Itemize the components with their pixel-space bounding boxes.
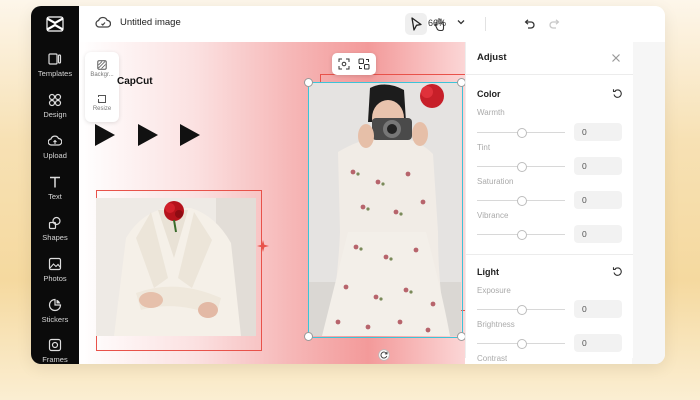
redo-icon[interactable] (548, 17, 562, 31)
exposure-slider[interactable] (477, 305, 565, 315)
saturation-slider[interactable] (477, 196, 565, 206)
panel-edge (632, 42, 665, 364)
tint-label: Tint (477, 143, 491, 152)
resize-label: Resize (92, 106, 112, 112)
close-icon[interactable] (611, 53, 621, 63)
text-icon (50, 176, 60, 188)
cloud-sync-icon[interactable] (95, 16, 111, 30)
sidebar-item-label: Photos (43, 274, 67, 283)
chevron-down-icon[interactable] (456, 17, 466, 27)
sidebar-item-label: Text (48, 192, 62, 201)
panel-title: Adjust (477, 52, 507, 63)
select-tool-button[interactable] (405, 13, 427, 35)
vibrance-label: Vibrance (477, 211, 509, 220)
panel-divider (466, 254, 633, 255)
toolbar-divider (485, 17, 486, 31)
brightness-value-input[interactable]: 0 (574, 334, 622, 352)
slider-knob[interactable] (517, 196, 527, 206)
brightness-slider[interactable] (477, 339, 565, 349)
resize-handle-top-right[interactable] (457, 78, 465, 87)
crop-icon[interactable] (338, 58, 350, 70)
sidebar-item-stickers[interactable]: Stickers (31, 298, 79, 334)
reset-icon[interactable] (612, 88, 623, 99)
saturation-value-input[interactable]: 0 (574, 191, 622, 209)
reset-icon[interactable] (612, 266, 623, 277)
sidebar-item-frames[interactable]: Frames (31, 338, 79, 364)
vibrance-slider[interactable] (477, 230, 565, 240)
sidebar: Templates Design Upload Text Shapes Phot… (31, 6, 79, 364)
background-label: Backgr... (90, 72, 114, 78)
capcut-logo-icon[interactable] (45, 14, 65, 34)
editor-window: Templates Design Upload Text Shapes Phot… (31, 6, 665, 364)
saturation-label: Saturation (477, 177, 514, 186)
color-section-title: Color (477, 89, 501, 99)
panel-divider (466, 74, 633, 75)
canvas-side-menu: Backgr... Resize (85, 52, 119, 122)
sidebar-item-label: Frames (42, 355, 68, 364)
frames-icon (48, 338, 62, 352)
resize-button[interactable]: Resize (85, 94, 119, 112)
contrast-label: Contrast (477, 354, 508, 361)
sidebar-item-templates[interactable]: Templates (31, 52, 79, 88)
exposure-value-input[interactable]: 0 (574, 300, 622, 318)
sidebar-item-shapes[interactable]: Shapes (31, 216, 79, 252)
adjust-panel: Adjust Color Warmth 0 Tint 0 Saturation … (465, 42, 633, 361)
warmth-slider[interactable] (477, 128, 565, 138)
sidebar-item-label: Design (43, 110, 67, 119)
exposure-label: Exposure (477, 286, 511, 295)
photo-blazer[interactable] (96, 198, 256, 336)
element-mini-toolbar (332, 53, 376, 75)
resize-handle-bottom-left[interactable] (304, 332, 313, 341)
light-section-title: Light (477, 267, 499, 277)
sidebar-item-label: Upload (43, 151, 67, 160)
templates-icon (48, 53, 62, 65)
tint-slider[interactable] (477, 162, 565, 172)
slider-knob[interactable] (517, 305, 527, 315)
resize-handle-top-left[interactable] (304, 78, 313, 87)
play-arrow-shape[interactable] (95, 124, 115, 146)
slider-knob[interactable] (517, 128, 527, 138)
sidebar-item-photos[interactable]: Photos (31, 257, 79, 293)
photos-icon (48, 257, 62, 271)
sidebar-item-upload[interactable]: Upload (31, 134, 79, 170)
cursor-icon (411, 17, 422, 31)
warmth-label: Warmth (477, 108, 505, 117)
brightness-label: Brightness (477, 320, 515, 329)
resize-icon (97, 95, 106, 104)
slider-knob[interactable] (517, 230, 527, 240)
rotate-icon[interactable] (378, 349, 390, 361)
sidebar-item-design[interactable]: Design (31, 93, 79, 129)
background-icon (97, 60, 107, 70)
document-title[interactable]: Untitled image (120, 17, 181, 28)
warmth-value-input[interactable]: 0 (574, 123, 622, 141)
sparkle-star-icon (257, 240, 269, 252)
upload-icon (48, 135, 62, 146)
undo-icon[interactable] (522, 17, 536, 31)
sidebar-item-label: Stickers (41, 315, 69, 324)
vibrance-value-input[interactable]: 0 (574, 225, 622, 243)
top-toolbar: Untitled image 66% (79, 6, 665, 43)
zoom-level[interactable]: 66% (428, 18, 446, 28)
sidebar-item-label: Shapes (42, 233, 68, 242)
tint-value-input[interactable]: 0 (574, 157, 622, 175)
resize-handle-bottom-right[interactable] (457, 332, 465, 341)
design-icon (48, 93, 62, 107)
play-arrow-shape[interactable] (180, 124, 200, 146)
replace-icon[interactable] (358, 58, 370, 70)
canvas-area[interactable]: Backgr... Resize CapCut (79, 42, 465, 364)
stickers-icon (48, 298, 62, 312)
sidebar-item-label: Templates (37, 69, 73, 78)
brand-text[interactable]: CapCut (117, 76, 153, 87)
blazer-photo-image (96, 198, 256, 336)
play-arrow-shape[interactable] (138, 124, 158, 146)
sidebar-item-text[interactable]: Text (31, 175, 79, 211)
slider-knob[interactable] (517, 162, 527, 172)
selection-box[interactable] (308, 82, 463, 338)
slider-knob[interactable] (517, 339, 527, 349)
background-button[interactable]: Backgr... (85, 60, 119, 78)
shapes-icon (48, 216, 61, 230)
